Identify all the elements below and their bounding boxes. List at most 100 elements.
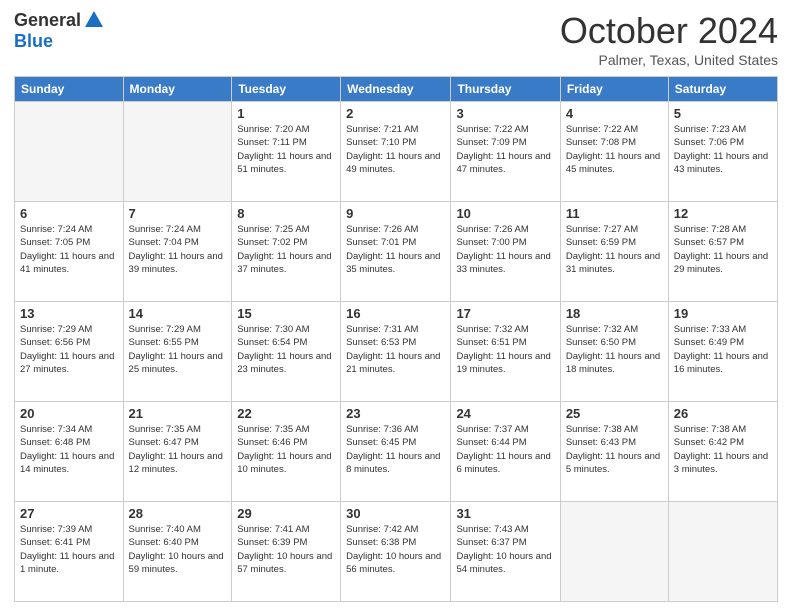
day-number: 18 <box>566 306 663 321</box>
week-row-5: 27 Sunrise: 7:39 AM Sunset: 6:41 PM Dayli… <box>15 502 778 602</box>
calendar-cell: 24 Sunrise: 7:37 AM Sunset: 6:44 PM Dayli… <box>451 402 560 502</box>
day-info: Sunrise: 7:24 AM Sunset: 7:04 PM Dayligh… <box>129 223 227 276</box>
day-header-tuesday: Tuesday <box>232 77 341 102</box>
calendar-cell <box>668 502 777 602</box>
calendar-cell: 29 Sunrise: 7:41 AM Sunset: 6:39 PM Dayli… <box>232 502 341 602</box>
day-number: 25 <box>566 406 663 421</box>
calendar-page: General Blue October 2024 Palmer, Texas,… <box>0 0 792 612</box>
header-row: SundayMondayTuesdayWednesdayThursdayFrid… <box>15 77 778 102</box>
day-info: Sunrise: 7:33 AM Sunset: 6:49 PM Dayligh… <box>674 323 772 376</box>
day-number: 24 <box>456 406 554 421</box>
day-number: 11 <box>566 206 663 221</box>
day-info: Sunrise: 7:39 AM Sunset: 6:41 PM Dayligh… <box>20 523 118 576</box>
day-number: 12 <box>674 206 772 221</box>
day-info: Sunrise: 7:36 AM Sunset: 6:45 PM Dayligh… <box>346 423 445 476</box>
day-header-monday: Monday <box>123 77 232 102</box>
logo-blue-text: Blue <box>14 31 53 52</box>
week-row-2: 6Sunrise: 7:24 AM Sunset: 7:05 PM Daylig… <box>15 202 778 302</box>
day-number: 17 <box>456 306 554 321</box>
calendar-cell: 14Sunrise: 7:29 AM Sunset: 6:55 PM Dayli… <box>123 302 232 402</box>
calendar-cell: 10 Sunrise: 7:26 AM Sunset: 7:00 PM Dayli… <box>451 202 560 302</box>
calendar-cell: 13Sunrise: 7:29 AM Sunset: 6:56 PM Dayli… <box>15 302 124 402</box>
calendar-cell: 8 Sunrise: 7:25 AM Sunset: 7:02 PM Daylig… <box>232 202 341 302</box>
day-number: 10 <box>456 206 554 221</box>
day-info: Sunrise: 7:20 AM Sunset: 7:11 PM Dayligh… <box>237 123 335 176</box>
day-header-wednesday: Wednesday <box>341 77 451 102</box>
calendar-cell: 7 Sunrise: 7:24 AM Sunset: 7:04 PM Daylig… <box>123 202 232 302</box>
calendar-cell: 31 Sunrise: 7:43 AM Sunset: 6:37 PM Dayli… <box>451 502 560 602</box>
header: General Blue October 2024 Palmer, Texas,… <box>14 10 778 68</box>
logo-area: General Blue <box>14 10 103 52</box>
day-info: Sunrise: 7:30 AM Sunset: 6:54 PM Dayligh… <box>237 323 335 376</box>
calendar-cell: 25 Sunrise: 7:38 AM Sunset: 6:43 PM Dayli… <box>560 402 668 502</box>
calendar-cell: 18 Sunrise: 7:32 AM Sunset: 6:50 PM Dayli… <box>560 302 668 402</box>
week-row-4: 20 Sunrise: 7:34 AM Sunset: 6:48 PM Dayli… <box>15 402 778 502</box>
calendar-cell: 21 Sunrise: 7:35 AM Sunset: 6:47 PM Dayli… <box>123 402 232 502</box>
day-number: 28 <box>129 506 227 521</box>
day-info: Sunrise: 7:22 AM Sunset: 7:09 PM Dayligh… <box>456 123 554 176</box>
day-info: Sunrise: 7:35 AM Sunset: 6:47 PM Dayligh… <box>129 423 227 476</box>
calendar-cell <box>123 102 232 202</box>
day-info: Sunrise: 7:34 AM Sunset: 6:48 PM Dayligh… <box>20 423 118 476</box>
day-info: Sunrise: 7:41 AM Sunset: 6:39 PM Dayligh… <box>237 523 335 576</box>
week-row-1: 1Sunrise: 7:20 AM Sunset: 7:11 PM Daylig… <box>15 102 778 202</box>
calendar-cell: 16 Sunrise: 7:31 AM Sunset: 6:53 PM Dayli… <box>341 302 451 402</box>
day-number: 13 <box>20 306 118 321</box>
day-info: Sunrise: 7:31 AM Sunset: 6:53 PM Dayligh… <box>346 323 445 376</box>
day-info: Sunrise: 7:23 AM Sunset: 7:06 PM Dayligh… <box>674 123 772 176</box>
day-number: 27 <box>20 506 118 521</box>
location: Palmer, Texas, United States <box>560 52 778 68</box>
calendar-cell: 26Sunrise: 7:38 AM Sunset: 6:42 PM Dayli… <box>668 402 777 502</box>
week-row-3: 13Sunrise: 7:29 AM Sunset: 6:56 PM Dayli… <box>15 302 778 402</box>
calendar-table: SundayMondayTuesdayWednesdayThursdayFrid… <box>14 76 778 602</box>
day-number: 15 <box>237 306 335 321</box>
day-number: 19 <box>674 306 772 321</box>
logo: General <box>14 10 103 31</box>
day-info: Sunrise: 7:25 AM Sunset: 7:02 PM Dayligh… <box>237 223 335 276</box>
day-number: 31 <box>456 506 554 521</box>
day-number: 2 <box>346 106 445 121</box>
calendar-cell: 3Sunrise: 7:22 AM Sunset: 7:09 PM Daylig… <box>451 102 560 202</box>
day-info: Sunrise: 7:32 AM Sunset: 6:51 PM Dayligh… <box>456 323 554 376</box>
calendar-cell <box>560 502 668 602</box>
calendar-cell: 6Sunrise: 7:24 AM Sunset: 7:05 PM Daylig… <box>15 202 124 302</box>
day-number: 29 <box>237 506 335 521</box>
calendar-cell: 15 Sunrise: 7:30 AM Sunset: 6:54 PM Dayli… <box>232 302 341 402</box>
day-info: Sunrise: 7:38 AM Sunset: 6:42 PM Dayligh… <box>674 423 772 476</box>
calendar-cell: 30Sunrise: 7:42 AM Sunset: 6:38 PM Dayli… <box>341 502 451 602</box>
day-header-sunday: Sunday <box>15 77 124 102</box>
calendar-cell: 19 Sunrise: 7:33 AM Sunset: 6:49 PM Dayli… <box>668 302 777 402</box>
month-title: October 2024 <box>560 10 778 52</box>
calendar-cell: 22 Sunrise: 7:35 AM Sunset: 6:46 PM Dayli… <box>232 402 341 502</box>
day-number: 9 <box>346 206 445 221</box>
calendar-cell: 28Sunrise: 7:40 AM Sunset: 6:40 PM Dayli… <box>123 502 232 602</box>
day-header-thursday: Thursday <box>451 77 560 102</box>
logo-triangle-icon <box>85 11 103 27</box>
calendar-cell: 11 Sunrise: 7:27 AM Sunset: 6:59 PM Dayli… <box>560 202 668 302</box>
day-number: 30 <box>346 506 445 521</box>
day-header-saturday: Saturday <box>668 77 777 102</box>
day-number: 20 <box>20 406 118 421</box>
day-header-friday: Friday <box>560 77 668 102</box>
day-info: Sunrise: 7:26 AM Sunset: 7:00 PM Dayligh… <box>456 223 554 276</box>
calendar-cell <box>15 102 124 202</box>
day-number: 7 <box>129 206 227 221</box>
day-info: Sunrise: 7:21 AM Sunset: 7:10 PM Dayligh… <box>346 123 445 176</box>
day-number: 21 <box>129 406 227 421</box>
day-number: 16 <box>346 306 445 321</box>
calendar-cell: 2 Sunrise: 7:21 AM Sunset: 7:10 PM Daylig… <box>341 102 451 202</box>
day-number: 14 <box>129 306 227 321</box>
day-info: Sunrise: 7:38 AM Sunset: 6:43 PM Dayligh… <box>566 423 663 476</box>
title-area: October 2024 Palmer, Texas, United State… <box>560 10 778 68</box>
logo-general-text: General <box>14 10 81 31</box>
calendar-cell: 27 Sunrise: 7:39 AM Sunset: 6:41 PM Dayli… <box>15 502 124 602</box>
day-info: Sunrise: 7:43 AM Sunset: 6:37 PM Dayligh… <box>456 523 554 576</box>
day-info: Sunrise: 7:35 AM Sunset: 6:46 PM Dayligh… <box>237 423 335 476</box>
day-info: Sunrise: 7:37 AM Sunset: 6:44 PM Dayligh… <box>456 423 554 476</box>
day-number: 22 <box>237 406 335 421</box>
calendar-cell: 20 Sunrise: 7:34 AM Sunset: 6:48 PM Dayli… <box>15 402 124 502</box>
day-number: 8 <box>237 206 335 221</box>
day-info: Sunrise: 7:28 AM Sunset: 6:57 PM Dayligh… <box>674 223 772 276</box>
day-info: Sunrise: 7:27 AM Sunset: 6:59 PM Dayligh… <box>566 223 663 276</box>
day-info: Sunrise: 7:32 AM Sunset: 6:50 PM Dayligh… <box>566 323 663 376</box>
